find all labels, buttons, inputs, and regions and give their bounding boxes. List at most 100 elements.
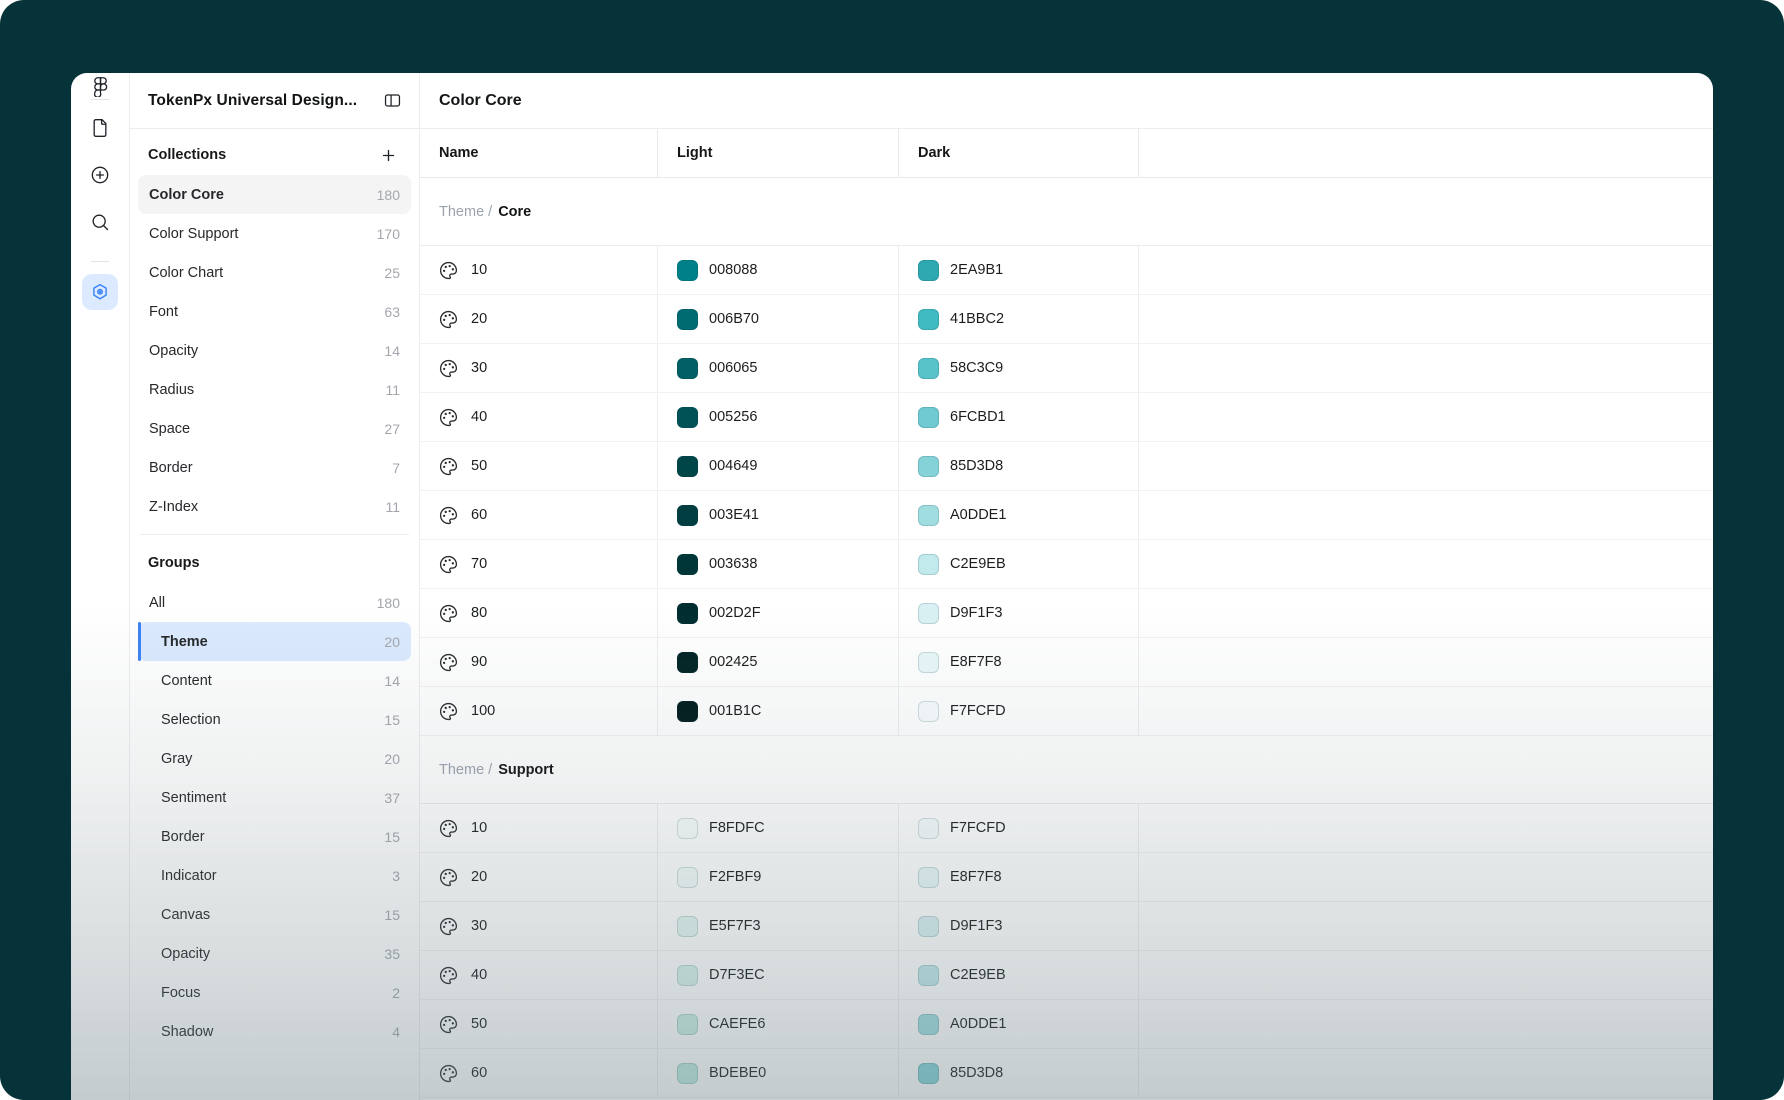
token-row-core-70[interactable]: 70 003638 C2E9EB <box>420 540 1713 589</box>
dark-hex-value: C2E9EB <box>950 556 1006 572</box>
token-name: 90 <box>471 654 488 670</box>
dark-color-swatch[interactable] <box>918 1013 939 1035</box>
group-item-sentiment[interactable]: Sentiment 37 <box>138 778 411 817</box>
dark-color-swatch[interactable] <box>918 915 939 937</box>
group-item-selection[interactable]: Selection 15 <box>138 700 411 739</box>
light-value-cell: 002425 <box>658 638 899 686</box>
dark-color-swatch[interactable] <box>918 866 939 888</box>
token-row-core-80[interactable]: 80 002D2F D9F1F3 <box>420 589 1713 638</box>
empty-cell <box>1139 442 1713 490</box>
dark-value-cell: D9F1F3 <box>899 902 1139 950</box>
rail-divider <box>91 261 109 262</box>
group-item-canvas[interactable]: Canvas 15 <box>138 895 411 934</box>
column-header-light[interactable]: Light <box>658 129 899 177</box>
collection-item-z-index[interactable]: Z-Index 11 <box>138 487 411 526</box>
file-icon[interactable] <box>81 109 119 147</box>
token-name-cell: 20 <box>420 295 658 343</box>
column-header-dark[interactable]: Dark <box>899 129 1139 177</box>
dark-color-swatch[interactable] <box>918 1062 939 1084</box>
light-color-swatch[interactable] <box>677 915 698 937</box>
token-table: Theme / Core 10 008088 2EA9B1 20 006B70 41BBC… <box>420 178 1713 1098</box>
item-label: Opacity <box>161 945 211 962</box>
collection-item-opacity[interactable]: Opacity 14 <box>138 331 411 370</box>
figma-logo-icon[interactable] <box>87 73 113 99</box>
group-item-gray[interactable]: Gray 20 <box>138 739 411 778</box>
token-row-core-40[interactable]: 40 005256 6FCBD1 <box>420 393 1713 442</box>
dark-color-swatch[interactable] <box>918 553 939 575</box>
token-row-support-10[interactable]: 10 F8FDFC F7FCFD <box>420 804 1713 853</box>
token-name-cell: 50 <box>420 1000 658 1048</box>
group-item-shadow[interactable]: Shadow 4 <box>138 1012 411 1051</box>
token-name: 30 <box>471 918 488 934</box>
token-row-core-10[interactable]: 10 008088 2EA9B1 <box>420 246 1713 295</box>
light-value-cell: 006B70 <box>658 295 899 343</box>
light-color-swatch[interactable] <box>677 504 698 526</box>
collection-item-color-chart[interactable]: Color Chart 25 <box>138 253 411 292</box>
search-icon[interactable] <box>81 203 119 241</box>
collapse-sidebar-icon[interactable] <box>379 88 405 114</box>
token-row-core-60[interactable]: 60 003E41 A0DDE1 <box>420 491 1713 540</box>
group-item-theme[interactable]: Theme 20 <box>138 622 411 661</box>
light-color-swatch[interactable] <box>677 651 698 673</box>
dark-color-swatch[interactable] <box>918 700 939 722</box>
light-color-swatch[interactable] <box>677 308 698 330</box>
group-item-all[interactable]: All 180 <box>138 583 411 622</box>
light-color-swatch[interactable] <box>677 455 698 477</box>
collection-item-radius[interactable]: Radius 11 <box>138 370 411 409</box>
token-row-support-50[interactable]: 50 CAEFE6 A0DDE1 <box>420 1000 1713 1049</box>
plus-circle-icon[interactable] <box>81 156 119 194</box>
token-row-core-30[interactable]: 30 006065 58C3C9 <box>420 344 1713 393</box>
light-color-swatch[interactable] <box>677 964 698 986</box>
light-hex-value: 002D2F <box>709 605 761 621</box>
add-collection-icon[interactable] <box>375 142 401 168</box>
light-color-swatch[interactable] <box>677 553 698 575</box>
token-row-core-20[interactable]: 20 006B70 41BBC2 <box>420 295 1713 344</box>
item-label: Theme <box>161 633 208 650</box>
dark-color-swatch[interactable] <box>918 357 939 379</box>
dark-color-swatch[interactable] <box>918 817 939 839</box>
item-count-badge: 180 <box>376 186 400 203</box>
light-color-swatch[interactable] <box>677 700 698 722</box>
light-color-swatch[interactable] <box>677 259 698 281</box>
token-row-support-20[interactable]: 20 F2FBF9 E8F7F8 <box>420 853 1713 902</box>
token-hexagon-icon[interactable] <box>82 274 118 310</box>
collection-item-color-core[interactable]: Color Core 180 <box>138 175 411 214</box>
group-item-border[interactable]: Border 15 <box>138 817 411 856</box>
group-item-indicator[interactable]: Indicator 3 <box>138 856 411 895</box>
collection-item-space[interactable]: Space 27 <box>138 409 411 448</box>
light-color-swatch[interactable] <box>677 406 698 428</box>
dark-color-swatch[interactable] <box>918 406 939 428</box>
light-color-swatch[interactable] <box>677 817 698 839</box>
token-row-core-90[interactable]: 90 002425 E8F7F8 <box>420 638 1713 687</box>
dark-color-swatch[interactable] <box>918 651 939 673</box>
dark-color-swatch[interactable] <box>918 964 939 986</box>
token-row-support-30[interactable]: 30 E5F7F3 D9F1F3 <box>420 902 1713 951</box>
token-row-core-100[interactable]: 100 001B1C F7FCFD <box>420 687 1713 736</box>
light-color-swatch[interactable] <box>677 1062 698 1084</box>
light-color-swatch[interactable] <box>677 866 698 888</box>
token-row-core-50[interactable]: 50 004649 85D3D8 <box>420 442 1713 491</box>
column-header-name[interactable]: Name <box>420 129 658 177</box>
light-color-swatch[interactable] <box>677 357 698 379</box>
token-name-cell: 70 <box>420 540 658 588</box>
dark-value-cell: 2EA9B1 <box>899 246 1139 294</box>
dark-color-swatch[interactable] <box>918 602 939 624</box>
dark-color-swatch[interactable] <box>918 504 939 526</box>
light-color-swatch[interactable] <box>677 1013 698 1035</box>
collection-item-color-support[interactable]: Color Support 170 <box>138 214 411 253</box>
collection-item-font[interactable]: Font 63 <box>138 292 411 331</box>
token-name: 10 <box>471 262 488 278</box>
token-row-support-60[interactable]: 60 BDEBE0 85D3D8 <box>420 1049 1713 1098</box>
palette-icon <box>439 261 458 280</box>
group-item-opacity[interactable]: Opacity 35 <box>138 934 411 973</box>
collection-item-border[interactable]: Border 7 <box>138 448 411 487</box>
group-item-focus[interactable]: Focus 2 <box>138 973 411 1012</box>
empty-cell <box>1139 853 1713 901</box>
dark-color-swatch[interactable] <box>918 259 939 281</box>
dark-color-swatch[interactable] <box>918 455 939 477</box>
token-row-support-40[interactable]: 40 D7F3EC C2E9EB <box>420 951 1713 1000</box>
dark-color-swatch[interactable] <box>918 308 939 330</box>
app-background: TokenPx Universal Design... Collections <box>0 0 1784 1100</box>
group-item-content[interactable]: Content 14 <box>138 661 411 700</box>
light-color-swatch[interactable] <box>677 602 698 624</box>
